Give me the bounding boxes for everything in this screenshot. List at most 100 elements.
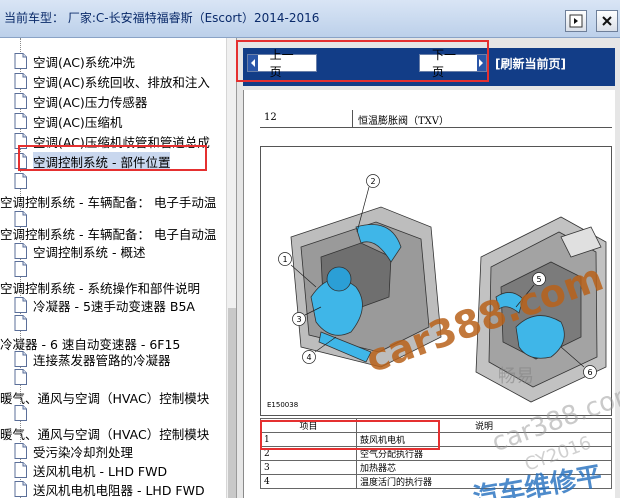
document-page: 12 恒温膨胀阀（TXV） 1 2 3 4 5 6 E150038 项目 说明 … (243, 90, 615, 498)
tree-item[interactable]: 空调(AC)压力传感器 (14, 92, 147, 110)
close-icon (602, 16, 612, 26)
tree-item[interactable]: 受污染冷却剂处理 (14, 442, 133, 460)
tree-item[interactable]: 空调(AC)系统冲洗 (14, 52, 135, 70)
tree-item-label: 空调(AC)压缩机 (33, 114, 123, 130)
document-icon (14, 73, 27, 89)
document-icon (14, 315, 27, 331)
tree-item[interactable]: 空调(AC)压缩机歧管和管道总成 (14, 132, 210, 150)
document-header-row: 12 恒温膨胀阀（TXV） (260, 110, 612, 128)
tree-item-label: 空调(AC)系统冲洗 (33, 54, 135, 70)
tree-folder[interactable]: 空调控制系统 - 车辆配备： 电子自动温 (0, 224, 216, 242)
callout-3: 3 (296, 315, 301, 324)
hvac-unit-left (290, 206, 442, 368)
arrow-left-icon (248, 55, 258, 71)
document-icon (14, 243, 27, 259)
tree-item-empty[interactable] (14, 404, 33, 422)
tree-item-empty[interactable] (14, 314, 33, 332)
tree-folder[interactable]: 暖气、通风与空调（HVAC）控制模块 (0, 424, 209, 442)
hvac-illustration: 1 2 3 4 5 6 (278, 174, 607, 403)
tree-item-empty[interactable] (14, 368, 33, 386)
refresh-page-link[interactable]: [刷新当前页] (495, 55, 566, 72)
document-icon (14, 133, 27, 149)
callout-4: 4 (306, 353, 311, 362)
tree-item[interactable]: 送风机电机 - LHD FWD (14, 461, 167, 479)
callout-2: 2 (370, 177, 375, 186)
document-icon (14, 297, 27, 313)
table-row: 4 温度活门的执行器 (260, 474, 612, 489)
legend-desc: 鼓风机电机 (356, 432, 612, 447)
dock-icon (569, 14, 583, 28)
legend-desc: 空气分配执行器 (356, 446, 612, 461)
figure-id: E150038 (267, 401, 299, 409)
tree-item-label: 冷凝器 - 5速手动变速器 B5A (33, 298, 195, 314)
table-row: 2 空气分配执行器 (260, 446, 612, 461)
document-icon (14, 481, 27, 497)
tree-item-empty[interactable] (14, 260, 33, 278)
page-nav-bar: 上一页 下一页 [刷新当前页] (243, 48, 615, 86)
page-number: 12 (264, 112, 277, 123)
component-name: 恒温膨胀阀（TXV） (358, 116, 450, 127)
legend-item: 4 (260, 474, 357, 489)
tree-folder-label: 空调控制系统 - 车辆配备： 电子自动温 (0, 226, 217, 242)
tree-item-label: 空调控制系统 - 概述 (33, 244, 146, 260)
component-location-figure: 1 2 3 4 5 6 E150038 (260, 146, 612, 416)
legend-item: 2 (260, 446, 357, 461)
arrow-right-icon (476, 55, 486, 71)
legend-desc: 加热器芯 (356, 460, 612, 475)
document-icon (14, 53, 27, 69)
tree-scrollbar[interactable] (226, 38, 236, 498)
tree-folder-label: 空调控制系统 - 车辆配备： 电子手动温 (0, 194, 217, 210)
table-row: 3 加热器芯 (260, 460, 612, 475)
callout-5: 5 (536, 275, 541, 284)
legend-table: 项目 说明 1 鼓风机电机 2 空气分配执行器 3 加热器芯 4 温度活门的执行… (260, 418, 612, 489)
title-bar: 当前车型： 厂家:C-长安福特福睿斯（Escort）2014-2016 (0, 0, 620, 38)
tree-item-empty[interactable] (14, 172, 33, 190)
prev-page-label: 上一页 (269, 48, 294, 79)
window-title: 当前车型： 厂家:C-长安福特福睿斯（Escort）2014-2016 (4, 11, 320, 25)
table-row: 1 鼓风机电机 (260, 432, 612, 447)
tree-folder-label: 空调控制系统 - 系统操作和部件说明 (0, 280, 200, 296)
document-icon (14, 443, 27, 459)
document-icon (14, 261, 27, 277)
tree-item[interactable]: 冷凝器 - 5速手动变速器 B5A (14, 296, 195, 314)
close-button[interactable] (596, 10, 618, 32)
tree-item-label: 空调控制系统 - 部件位置 (33, 151, 171, 171)
tree-item-label: 连接蒸发器管路的冷凝器 (33, 352, 171, 368)
tree-item[interactable]: 空调控制系统 - 概述 (14, 242, 145, 260)
callout-1: 1 (282, 255, 287, 264)
tree-item[interactable]: 空调(AC)压缩机 (14, 112, 122, 130)
prev-page-button[interactable]: 上一页 (247, 48, 317, 79)
next-page-button[interactable]: 下一页 (419, 48, 487, 79)
document-icon (14, 369, 27, 385)
tree-scroll-thumb[interactable] (228, 308, 236, 498)
tree-item-label: 空调(AC)系统回收、排放和注入 (33, 74, 210, 90)
tree-item-selected[interactable]: 空调控制系统 - 部件位置 (14, 151, 171, 171)
document-icon (14, 153, 27, 169)
document-icon (14, 405, 27, 421)
document-icon (14, 113, 27, 129)
document-icon (14, 173, 27, 189)
tree-item[interactable]: 空调(AC)系统回收、排放和注入 (14, 72, 210, 90)
tree-item[interactable]: 送风机电机电阻器 - LHD FWD (14, 480, 205, 498)
legend-desc: 温度活门的执行器 (356, 474, 612, 489)
tree-item-label: 空调(AC)压缩机歧管和管道总成 (33, 134, 210, 150)
tree-item-label: 送风机电机 - LHD FWD (33, 463, 168, 479)
tree-item-label: 送风机电机电阻器 - LHD FWD (33, 482, 205, 498)
document-icon (14, 462, 27, 478)
tree-folder[interactable]: 空调控制系统 - 车辆配备： 电子手动温 (0, 192, 216, 210)
navigation-tree: 空调(AC)系统冲洗 空调(AC)系统回收、排放和注入 空调(AC)压力传感器 … (0, 38, 236, 498)
legend-item: 3 (260, 460, 357, 475)
legend-header-desc: 说明 (356, 418, 612, 433)
next-page-label: 下一页 (432, 48, 457, 79)
legend-header-row: 项目 说明 (260, 418, 612, 433)
tree-item-label: 受污染冷却剂处理 (33, 444, 134, 460)
callout-6: 6 (587, 368, 592, 377)
tree-folder-label: 暖气、通风与空调（HVAC）控制模块 (0, 426, 210, 442)
dock-button[interactable] (565, 10, 587, 32)
document-icon (14, 93, 27, 109)
legend-item: 1 (260, 432, 357, 447)
legend-header-item: 项目 (260, 418, 357, 433)
tree-item-label: 空调(AC)压力传感器 (33, 94, 148, 110)
tree-folder[interactable]: 空调控制系统 - 系统操作和部件说明 (0, 278, 200, 296)
tree-item[interactable]: 连接蒸发器管路的冷凝器 (14, 350, 171, 368)
